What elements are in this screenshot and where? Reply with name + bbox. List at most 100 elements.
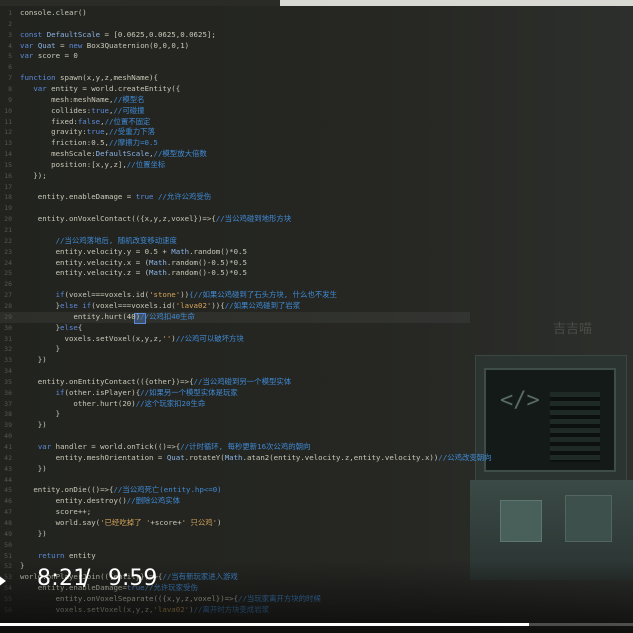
line-number: 5	[8, 52, 12, 61]
line-number: 15	[4, 160, 12, 169]
code-token: //如果另一个模型实体是玩家	[140, 387, 238, 397]
code-token: //当公鸡碰到地形方块	[215, 214, 292, 224]
code-token: if	[55, 387, 65, 397]
line-number: 20	[4, 215, 12, 224]
code-token: Math	[149, 257, 167, 267]
watermark-text: 吉吉喵	[553, 322, 593, 337]
code-line: entity.onEntityContact(({other})=>{//当公鸡…	[20, 377, 291, 388]
code-line: entity.velocity.z = (Math.random()-0.5)*…	[20, 268, 247, 279]
code-line: var handler = world.onTick(()=>{//计时循环, …	[20, 442, 311, 453]
code-line: });	[20, 171, 46, 182]
code-line: gravity:true,//受重力下落	[20, 127, 155, 138]
code-line: entity.velocity.x = (Math.random()-0.5)*…	[20, 258, 247, 269]
line-number: 31	[4, 334, 12, 343]
code-line: }	[20, 409, 60, 420]
code-line: if(voxel===voxels.id('stone')){//如果公鸡碰到了…	[20, 290, 337, 301]
code-line: score++;	[20, 507, 92, 518]
line-number: 35	[4, 377, 12, 386]
code-token: .atan2(entity.velocity.z,entity.velocity…	[242, 452, 439, 462]
line-number: 28	[4, 301, 12, 310]
progress-bar-fill	[0, 623, 530, 626]
code-token: false	[77, 116, 101, 126]
code-line: }else{	[20, 323, 83, 334]
code-token: Quat	[37, 40, 56, 50]
play-icon[interactable]	[0, 575, 6, 587]
current-time: 8:21	[37, 566, 88, 591]
code-token: else if	[60, 300, 92, 310]
code-token: Math	[149, 268, 167, 278]
line-number-gutter: 1 2 3 4 5 6 7 8 9 10 11 12 13 14 15 16 17 18 19 20 21 22 23 24 2…	[0, 6, 12, 614]
line-number: 42	[4, 453, 12, 462]
code-token: //公鸡改变朝向	[438, 452, 492, 462]
code-token: ''	[162, 333, 172, 343]
code-token: collides:	[20, 105, 92, 115]
code-token: //当公鸡死亡(entity.hp<=0)	[113, 485, 222, 495]
code-line: //当公鸡落地后, 随机改变移动速度	[20, 236, 177, 247]
code-token: Math	[171, 246, 190, 256]
line-number: 14	[4, 150, 12, 159]
code-token: entity.hurt(40)	[20, 311, 141, 321]
line-number: 23	[4, 247, 12, 256]
game-scene-preview: </>	[470, 350, 633, 580]
code-line: entity.destroy()//删除公鸡实体	[20, 496, 180, 507]
code-token: entity.onEntityContact(({other})=>{	[20, 376, 194, 386]
code-token: handler = world.onTick(()=>{	[55, 442, 181, 451]
line-number: 40	[4, 432, 12, 441]
code-token: entity	[68, 550, 96, 560]
code-token: meshScale:	[20, 149, 96, 159]
code-token: '已经吃掉了 '	[100, 517, 151, 527]
code-token: ))	[180, 290, 190, 300]
code-token: entity.meshOrientation =	[20, 452, 167, 462]
code-token: {//如果公鸡碰到了石头方块, 什么也不发生	[189, 290, 338, 300]
code-token: Quat	[166, 452, 185, 462]
code-token: fixed:	[20, 116, 78, 126]
code-line: entity.velocity.y = 0.5 + Math.random()*…	[20, 247, 247, 258]
code-token: //模型放大倍数	[153, 149, 207, 159]
code-line: }else if(voxel===voxels.id('lava02')){//…	[20, 300, 301, 312]
code-line: var score = 0	[20, 51, 78, 62]
code-line: })	[20, 529, 47, 540]
line-number: 37	[4, 399, 12, 408]
code-token: = [0.0625,0.0625,0.0625];	[100, 29, 216, 39]
code-token: })	[20, 355, 47, 365]
code-token: =	[55, 40, 69, 50]
line-number: 41	[4, 443, 12, 451]
code-token: .random()*0.5	[189, 246, 247, 256]
code-token: //公鸡扣40生命	[140, 311, 195, 321]
code-line: mesh:meshName,//模型名	[20, 95, 144, 106]
line-number: 16	[4, 171, 12, 180]
line-number: 33	[4, 356, 12, 365]
code-token: })	[20, 420, 47, 430]
code-line: fixed:false,//位置不固定	[20, 117, 150, 128]
line-number: 30	[4, 323, 12, 332]
code-line: world.say('已经吃掉了 '+score+' 只公鸡')	[20, 518, 222, 529]
code-line: })	[20, 420, 47, 431]
scene-cube-2	[565, 495, 612, 542]
code-token: function	[20, 73, 61, 83]
code-token: //计时循环, 每秒更新16次公鸡的朝向	[180, 442, 311, 451]
code-token: spawn(x,y,z,meshName){	[60, 73, 158, 83]
code-token: DefaultScale	[95, 149, 150, 159]
code-line: var entity = world.createEntity({	[20, 84, 180, 95]
line-number: 46	[4, 497, 12, 506]
line-number: 50	[4, 540, 12, 549]
code-token: //摩擦力=0.5	[109, 138, 158, 148]
code-line: console.clear()	[20, 8, 87, 19]
line-number: 26	[4, 280, 12, 289]
code-token: true	[135, 192, 158, 202]
progress-bar[interactable]	[0, 623, 633, 626]
code-token: entity.velocity.x = (	[20, 257, 150, 267]
code-token: world.say(	[20, 517, 101, 527]
line-number: 1	[8, 9, 12, 17]
top-bar-dark-segment	[0, 0, 280, 6]
line-number: 17	[4, 182, 12, 191]
line-number: 3	[8, 30, 12, 39]
line-number: 25	[4, 269, 12, 278]
code-token: voxels.setVoxel(x,y,z,	[20, 333, 163, 343]
line-number: 7	[8, 74, 12, 83]
code-token: entity = world.createEntity({	[51, 83, 181, 93]
code-token: friction:0.5,	[20, 138, 109, 148]
code-token: entity.destroy()	[20, 496, 127, 506]
